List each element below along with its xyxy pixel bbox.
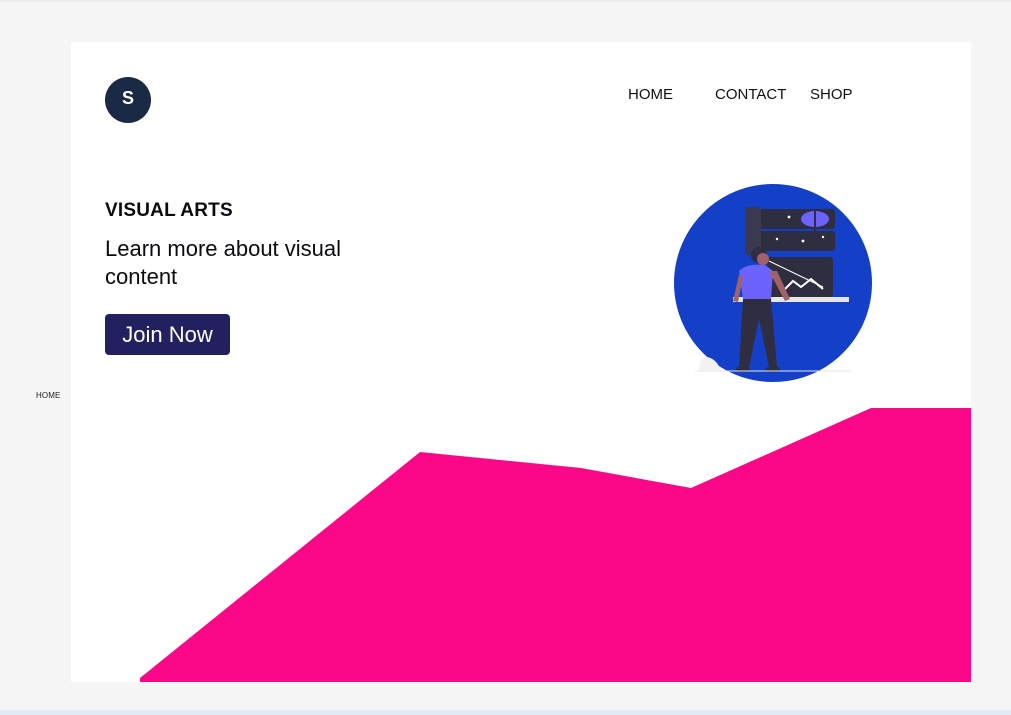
nav-home-link[interactable]: HOME xyxy=(628,86,673,103)
join-now-button[interactable]: Join Now xyxy=(105,314,230,355)
logo-letter: S xyxy=(121,87,134,108)
canvas-bottom-edge xyxy=(0,710,1011,715)
layer-label-home[interactable]: HOME xyxy=(36,391,60,400)
logo[interactable]: S xyxy=(105,77,151,123)
person-viewing-artwork-illustration-icon xyxy=(674,184,872,382)
nav-shop-link[interactable]: SHOP xyxy=(810,86,853,103)
nav-contact-link[interactable]: CONTACT xyxy=(715,86,786,103)
hero-headline: Learn more about visual content xyxy=(105,236,342,289)
landing-page-frame: S HOME CONTACT SHOP VISUAL ARTS Learn mo… xyxy=(71,42,971,682)
canvas-top-edge xyxy=(0,0,1011,2)
hero-eyebrow: VISUAL ARTS xyxy=(105,200,233,221)
